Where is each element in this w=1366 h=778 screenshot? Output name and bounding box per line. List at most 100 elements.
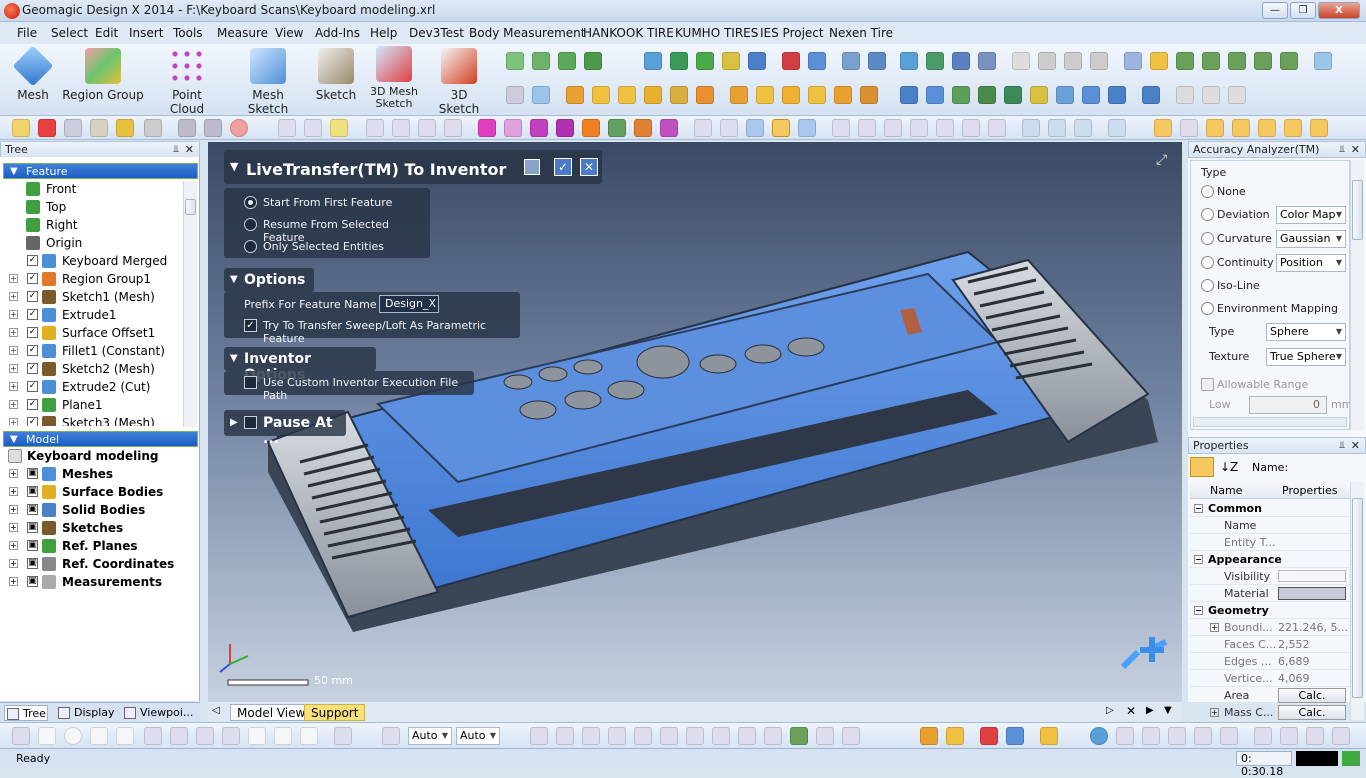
snap-body-icon[interactable] <box>608 727 626 745</box>
filter-select-icon[interactable] <box>300 727 318 745</box>
prop-row-vertices[interactable]: Vertice... 4,069 <box>1190 670 1350 687</box>
low-input[interactable]: 0 <box>1249 396 1327 414</box>
visibility-checkbox[interactable]: ▣ <box>27 540 38 551</box>
pause-at-checkbox[interactable] <box>244 416 257 429</box>
auto-select-2[interactable]: Auto ▼ <box>456 727 500 745</box>
polyline-select-icon[interactable] <box>90 727 108 745</box>
visibility-point-icon[interactable] <box>1310 119 1328 137</box>
tab-scroll-right-icon[interactable]: ▷ <box>1106 705 1114 716</box>
add-widget-icon[interactable] <box>1140 637 1164 662</box>
view-back-icon[interactable] <box>720 119 738 137</box>
fit-icon[interactable] <box>532 86 550 104</box>
expand-icon[interactable]: + <box>9 559 18 568</box>
creo-icon[interactable] <box>1228 52 1246 70</box>
model-item-ref-planes[interactable]: + ▣ Ref. Planes <box>0 537 195 555</box>
visibility-checkbox[interactable]: ✓ <box>27 417 38 426</box>
circular-pattern-icon[interactable] <box>1064 52 1082 70</box>
shade-edges-icon[interactable] <box>556 119 574 137</box>
radio-resume-selected[interactable] <box>244 218 257 231</box>
view-right-icon[interactable] <box>798 119 816 137</box>
expand-icon[interactable]: + <box>9 541 18 550</box>
split-face-icon[interactable] <box>1030 86 1048 104</box>
brush-select-icon[interactable] <box>144 727 162 745</box>
point-cloud-button[interactable]: Point Cloud <box>154 48 220 116</box>
flip-icon[interactable] <box>1048 119 1066 137</box>
menu-view[interactable]: View <box>275 26 303 40</box>
shell-icon[interactable] <box>900 52 918 70</box>
prop-row-mass-center[interactable]: + Mass C... Calc. <box>1190 704 1350 721</box>
allowable-range-checkbox[interactable] <box>1201 378 1214 391</box>
radio-deviation[interactable] <box>1201 208 1214 221</box>
feature-item-fillet1[interactable]: + ✓ Fillet1 (Constant) <box>0 342 180 360</box>
grid-snap-icon[interactable] <box>382 727 400 745</box>
offset-icon[interactable] <box>730 86 748 104</box>
surface-loft-icon[interactable] <box>644 86 662 104</box>
menu-addins[interactable]: Add-Ins <box>315 26 360 40</box>
collapse-icon[interactable]: ▼ <box>230 353 238 364</box>
snap-point-icon[interactable] <box>530 727 548 745</box>
accuracy-hscrollbar[interactable] <box>1193 417 1347 427</box>
linear-pattern-icon[interactable] <box>1038 52 1056 70</box>
prop-row-material[interactable]: Material <box>1190 585 1350 602</box>
save-icon[interactable] <box>64 119 82 137</box>
snap-center-icon[interactable] <box>686 727 704 745</box>
visibility-mesh-icon[interactable] <box>1206 119 1224 137</box>
layer-icon[interactable] <box>920 727 938 745</box>
sweep-icon[interactable] <box>696 52 714 70</box>
snap-edge-icon[interactable] <box>556 727 574 745</box>
feature-item-right[interactable]: Right <box>0 216 180 234</box>
print-icon[interactable] <box>90 119 108 137</box>
new-icon[interactable] <box>12 119 30 137</box>
paint-select-icon[interactable] <box>222 727 240 745</box>
surface-trim-icon[interactable] <box>670 86 688 104</box>
replace-face-icon[interactable] <box>952 86 970 104</box>
mesh-sketch-button[interactable]: Mesh Sketch <box>232 48 304 116</box>
livetransfer-icon[interactable] <box>1124 52 1142 70</box>
prop-row-faces[interactable]: Faces C... 2,552 <box>1190 636 1350 653</box>
view-left-icon[interactable] <box>746 119 764 137</box>
rib-icon[interactable] <box>978 52 996 70</box>
collapse-icon[interactable]: − <box>1194 504 1203 513</box>
visibility-checkbox[interactable]: ▣ <box>27 558 38 569</box>
tab-close-icon[interactable]: ✕ <box>1126 704 1136 718</box>
lighting-icon[interactable] <box>1168 727 1186 745</box>
cut-icon[interactable] <box>842 52 860 70</box>
menu-help[interactable]: Help <box>370 26 397 40</box>
pattern-icon[interactable] <box>952 52 970 70</box>
radio-only-selected[interactable] <box>244 240 257 253</box>
visibility-checkbox[interactable]: ✓ <box>27 399 38 410</box>
expand-icon[interactable]: + <box>9 487 18 496</box>
measure-angle-icon[interactable] <box>1202 86 1220 104</box>
texture-select[interactable]: True Sphere ▼ <box>1266 348 1346 366</box>
solid-icon[interactable] <box>782 52 800 70</box>
select-arrow-icon[interactable] <box>12 727 30 745</box>
curvature-select[interactable]: Gaussian ▼ <box>1276 230 1346 248</box>
tab-viewpoint[interactable]: Viewpoi... <box>122 705 193 721</box>
prop-group-appearance[interactable]: − Appearance <box>1190 551 1350 568</box>
menu-body-measurement[interactable]: Body Measurement <box>469 26 586 40</box>
expand-icon[interactable]: + <box>9 346 18 355</box>
model-root[interactable]: Keyboard modeling <box>0 447 195 465</box>
ok-icon[interactable]: ✓ <box>554 158 572 176</box>
radio-iso-line[interactable] <box>1201 279 1214 292</box>
measure-radius-icon[interactable] <box>1228 86 1246 104</box>
view-normal-icon[interactable] <box>884 119 902 137</box>
zoom-window-icon[interactable] <box>444 119 462 137</box>
model-item-ref-coordinates[interactable]: + ▣ Ref. Coordinates <box>0 555 195 573</box>
pause-at-header[interactable]: ▶ Pause At ... <box>224 410 346 447</box>
feature-item-region-group1[interactable]: + ✓ Region Group1 <box>0 270 180 288</box>
accuracy-scrollbar[interactable] <box>1350 160 1364 430</box>
visibility-checkbox[interactable]: ✓ <box>27 309 38 320</box>
minimize-button[interactable]: — <box>1262 2 1288 19</box>
perspective-icon[interactable] <box>1194 727 1212 745</box>
select-all-icon[interactable] <box>278 119 296 137</box>
split-icon[interactable] <box>868 52 886 70</box>
highlight-icon[interactable] <box>330 119 348 137</box>
import-icon[interactable] <box>116 119 134 137</box>
view-iso-icon[interactable] <box>772 119 790 137</box>
snap-face-icon[interactable] <box>582 727 600 745</box>
plane-icon[interactable] <box>506 52 524 70</box>
sew-icon[interactable] <box>782 86 800 104</box>
solidworks-icon[interactable] <box>1176 52 1194 70</box>
accuracy-icon[interactable] <box>1314 52 1332 70</box>
